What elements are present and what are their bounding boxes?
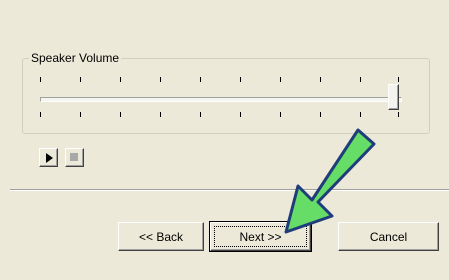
slider-ticks-bottom xyxy=(40,112,400,118)
tick xyxy=(320,77,321,82)
play-button[interactable] xyxy=(39,148,58,167)
speaker-volume-label: Speaker Volume xyxy=(29,50,122,66)
tick xyxy=(240,112,241,117)
tick xyxy=(320,112,321,117)
arrow-shape xyxy=(284,128,376,234)
tick xyxy=(240,77,241,82)
tick xyxy=(80,112,81,117)
stop-icon xyxy=(70,153,78,161)
tick xyxy=(200,112,201,117)
volume-slider-track[interactable] xyxy=(40,97,402,102)
tick xyxy=(280,112,281,117)
tick xyxy=(280,77,281,82)
tick xyxy=(80,77,81,82)
tick xyxy=(160,112,161,117)
slider-ticks-top xyxy=(40,77,400,83)
play-icon xyxy=(46,153,53,163)
tick xyxy=(360,112,361,117)
green-arrow-icon xyxy=(284,128,376,234)
tick xyxy=(120,112,121,117)
tick xyxy=(200,77,201,82)
tick xyxy=(360,77,361,82)
tick xyxy=(160,77,161,82)
tick xyxy=(398,77,399,82)
tick xyxy=(40,77,41,82)
volume-slider-thumb[interactable] xyxy=(388,84,399,110)
back-button[interactable]: << Back xyxy=(118,222,204,251)
tick xyxy=(40,112,41,117)
tick xyxy=(120,77,121,82)
tick xyxy=(398,112,399,117)
stop-button[interactable] xyxy=(65,148,84,167)
